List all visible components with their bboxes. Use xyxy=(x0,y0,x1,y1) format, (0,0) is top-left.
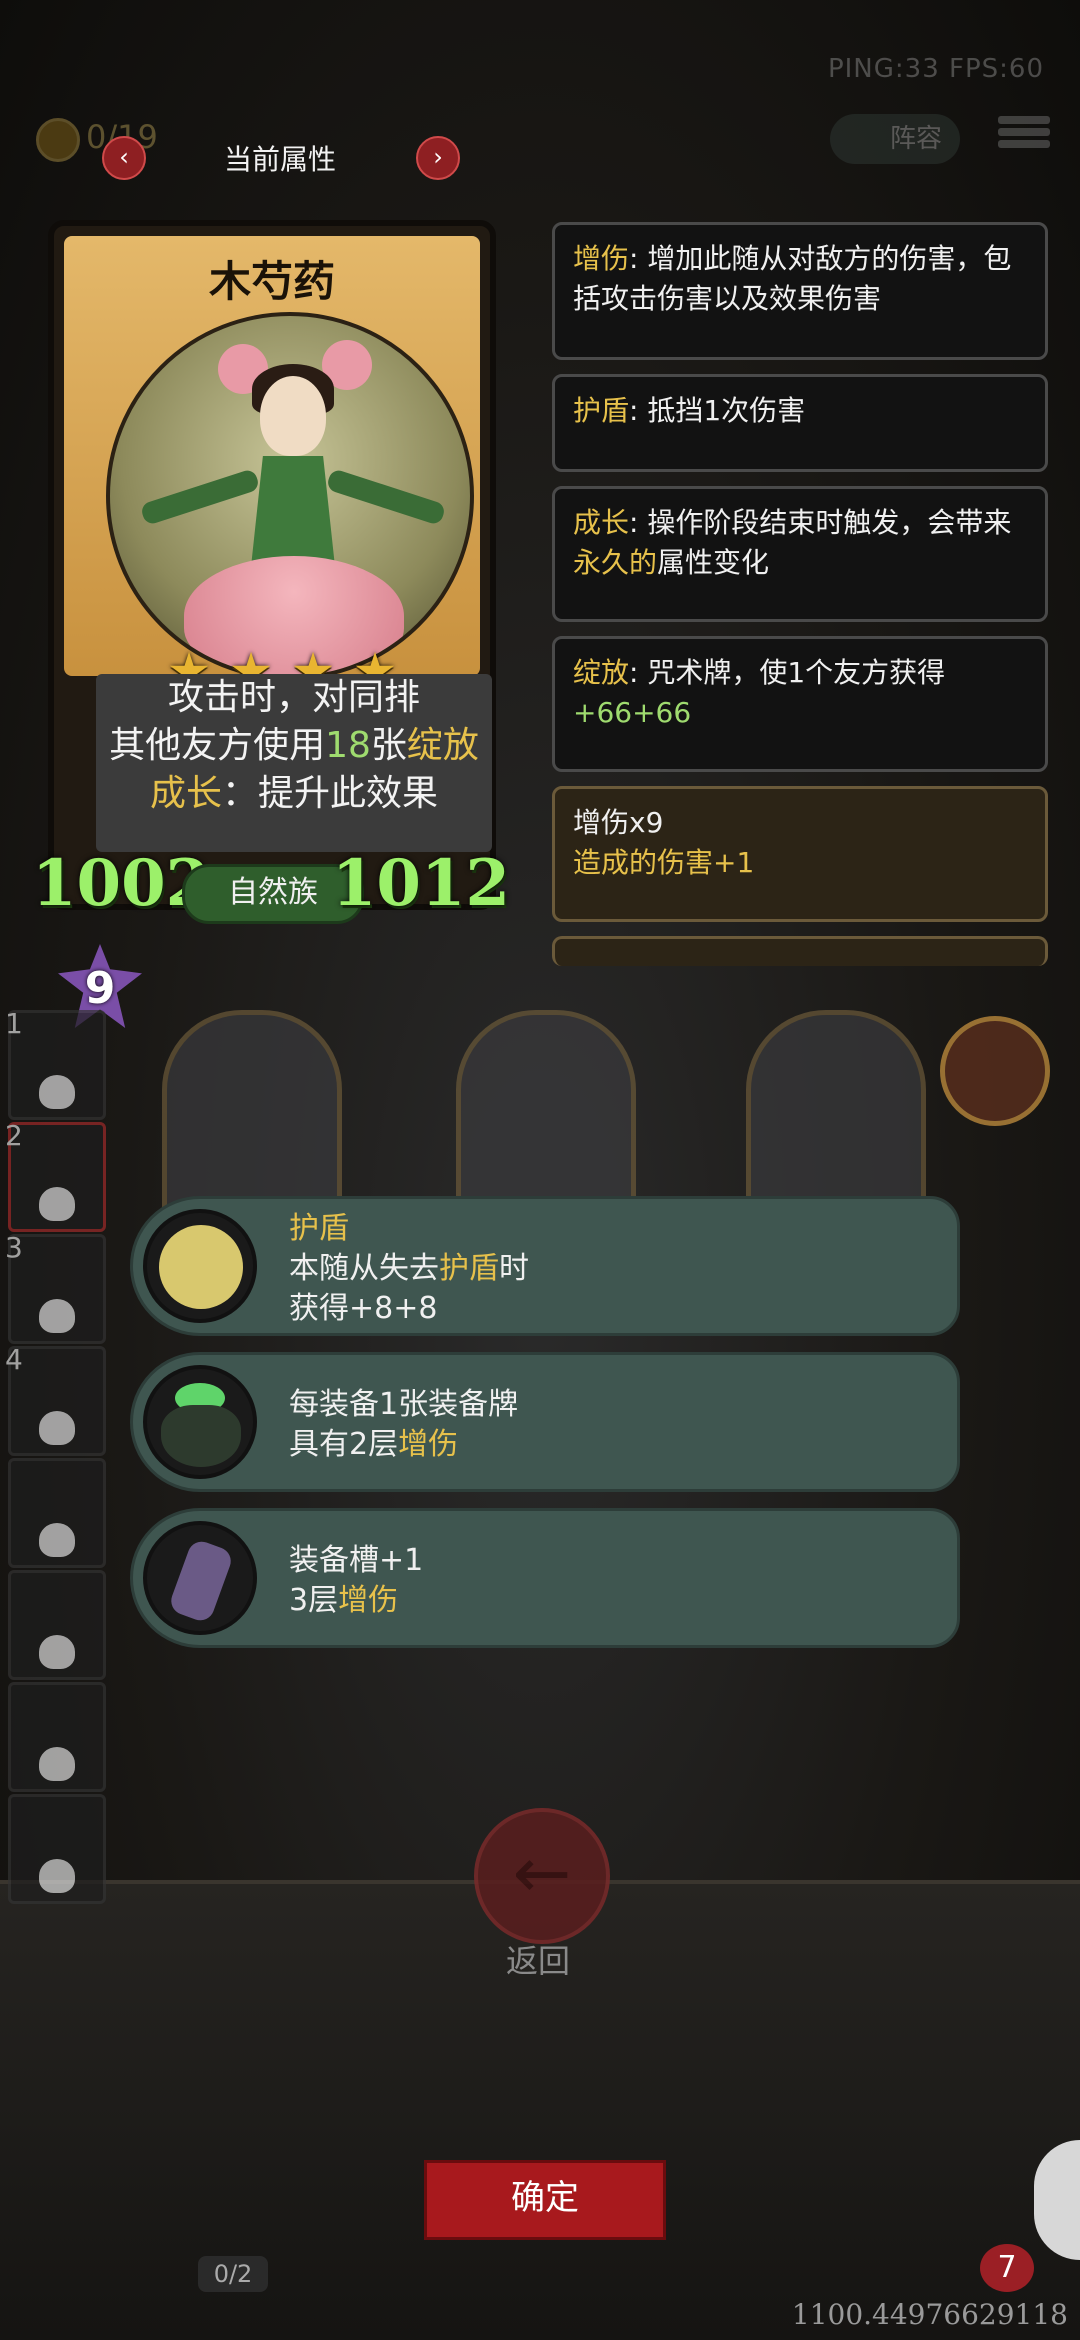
skull-icon xyxy=(39,1635,75,1669)
keyword-tooltip-shield: 护盾: 抵挡1次伤害 xyxy=(552,374,1048,472)
prev-arrow-icon[interactable]: ‹ xyxy=(102,136,146,180)
skull-icon xyxy=(39,1411,75,1445)
keyword-tooltip-bloom: 绽放: 咒术牌，使1个友方获得 +66+66 xyxy=(552,636,1048,772)
attribute-title: 当前属性 xyxy=(223,143,336,176)
keyword-tooltip-growth: 成长: 操作阶段结束时触发，会带来永久的属性变化 xyxy=(552,486,1048,622)
minion-card: 木芍药 ★ ★ ★ ★ 攻击时，对同排 其他友方使用18张绽放 成长：提升此效果… xyxy=(32,220,510,940)
card-description: 攻击时，对同排 其他友方使用18张绽放 成长：提升此效果 xyxy=(96,674,492,852)
slot-counter: 0/2 xyxy=(198,2256,268,2292)
skull-icon xyxy=(39,1299,75,1333)
back-arrow-icon[interactable]: ← xyxy=(474,1808,610,1944)
bench-slot[interactable] xyxy=(8,1794,106,1904)
back-label[interactable]: 返回 xyxy=(476,1936,600,1982)
attribute-header: ‹ 当前属性 › xyxy=(100,132,460,182)
moon-icon xyxy=(143,1209,257,1323)
keyword-tooltip-damage-boost: 增伤: 增加此随从对敌方的伤害，包括攻击伤害以及效果伤害 xyxy=(552,222,1048,360)
ping-fps-readout: PING:33 FPS:60 xyxy=(827,54,1044,84)
bench-slot[interactable] xyxy=(8,1570,106,1680)
board-minion[interactable] xyxy=(162,1010,342,1220)
desc-line-2: 其他友方使用18张绽放 xyxy=(109,725,479,766)
desc-line-1: 攻击时，对同排 xyxy=(167,677,420,718)
desc-line-3: 成长：提升此效果 xyxy=(149,773,439,814)
next-arrow-icon[interactable]: › xyxy=(416,136,460,180)
bench-slot[interactable]: 3 xyxy=(5,1231,106,1344)
minion-portrait xyxy=(106,312,474,680)
active-buff-panel: 增伤x9 造成的伤害+1 xyxy=(552,786,1048,922)
lineup-button[interactable]: 阵容 xyxy=(830,114,960,164)
card-frame: 木芍药 ★ ★ ★ ★ 攻击时，对同排 其他友方使用18张绽放 成长：提升此效果 xyxy=(48,220,496,910)
effect-text: 装备槽+1 3层增伤 xyxy=(289,1543,424,1618)
effect-text: 每装备1张装备牌 具有2层增伤 xyxy=(289,1387,519,1462)
effect-row-equipment: 每装备1张装备牌 具有2层增伤 xyxy=(130,1352,960,1492)
gauntlet-icon xyxy=(143,1521,257,1635)
rose-orb-icon[interactable] xyxy=(940,1016,1050,1126)
board-minion[interactable] xyxy=(456,1010,636,1220)
skull-icon xyxy=(39,1859,75,1893)
board-minion[interactable] xyxy=(746,1010,926,1220)
effect-text: 护盾 本随从失去护盾时 获得+8+8 xyxy=(289,1211,529,1326)
coin-icon xyxy=(36,118,80,162)
skull-icon xyxy=(39,1075,75,1109)
hero-health-heart-icon: 7 xyxy=(980,2244,1034,2292)
bench-slot[interactable]: 1 xyxy=(5,1007,106,1120)
debug-readout: 1100.44976629118 xyxy=(791,2298,1068,2331)
skull-icon xyxy=(39,1187,75,1221)
health-stat: 1012 xyxy=(331,846,510,921)
effect-row-slot: 装备槽+1 3层增伤 xyxy=(130,1508,960,1648)
bench-slot[interactable] xyxy=(8,1458,106,1568)
bench-slot[interactable]: 4 xyxy=(5,1343,106,1456)
buff-panel-next xyxy=(552,936,1048,966)
confirm-button[interactable]: 确定 xyxy=(424,2160,666,2240)
bench-slot[interactable]: 2 xyxy=(5,1119,106,1232)
card-art-panel: 木芍药 xyxy=(64,236,480,680)
effect-row-shield: 护盾 本随从失去护盾时 获得+8+8 xyxy=(130,1196,960,1336)
card-name: 木芍药 xyxy=(208,257,335,306)
cauldron-icon xyxy=(143,1365,257,1479)
skull-icon xyxy=(39,1523,75,1557)
menu-icon[interactable] xyxy=(998,112,1050,164)
skull-icon xyxy=(39,1747,75,1781)
bench-slot[interactable] xyxy=(8,1682,106,1792)
